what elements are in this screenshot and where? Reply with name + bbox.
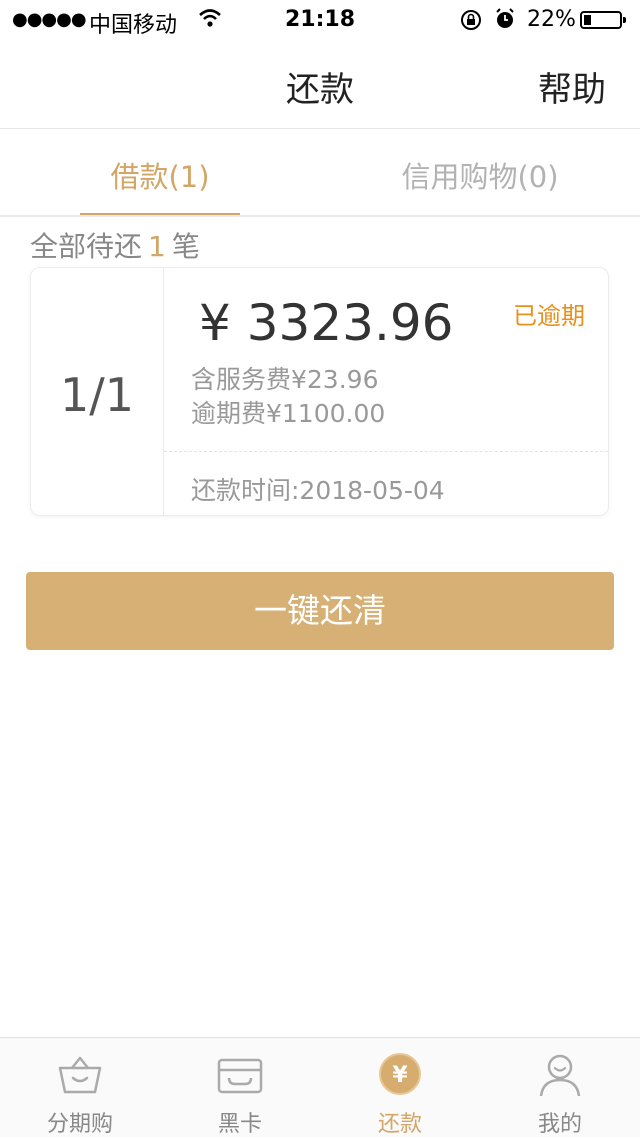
late-fee: 逾期费¥1100.00 (191, 399, 386, 428)
installment-index: 1/1 (59, 368, 135, 422)
summary-suffix: 笔 (171, 230, 200, 263)
bottom-tab-bar: 分期购 黑卡 ¥ 还款 我的 (0, 1037, 640, 1137)
summary-prefix: 全部待还 (30, 230, 143, 263)
user-icon (535, 1052, 585, 1098)
tabbar-item-mine[interactable]: 我的 (480, 1038, 640, 1137)
help-button[interactable]: 帮助 (538, 62, 606, 111)
basket-icon (55, 1052, 105, 1098)
yen-icon: ¥ (375, 1052, 425, 1098)
battery-icon (580, 11, 626, 29)
tabbar-label: 还款 (377, 1112, 422, 1137)
pay-all-button[interactable]: 一键还清 (26, 572, 614, 650)
status-bar: ●●●●● 中国移动 21:18 22% (0, 0, 640, 40)
tab-credit-shopping[interactable]: 信用购物(0) (380, 154, 580, 196)
card-icon (215, 1052, 265, 1098)
active-tab-indicator (80, 213, 240, 215)
amount-due: ¥ 3323.96 (199, 294, 454, 352)
tab-loans[interactable]: 借款(1) (80, 154, 240, 196)
nav-bar: 还款 帮助 (0, 40, 640, 129)
tabbar-label: 黑卡 (217, 1112, 262, 1137)
tabbar-label: 我的 (537, 1112, 582, 1137)
tabbar-item-black-card[interactable]: 黑卡 (160, 1038, 320, 1137)
installment-column: 1/1 (31, 268, 164, 515)
card-divider (164, 451, 608, 452)
alarm-icon (494, 7, 516, 37)
tabbar-label: 分期购 (46, 1112, 113, 1137)
loan-card[interactable]: 1/1 ¥ 3323.96 已逾期 含服务费¥23.96 逾期费¥1100.00… (30, 267, 609, 516)
pending-summary: 全部待还 1 笔 (30, 225, 200, 265)
tabbar-item-installment[interactable]: 分期购 (0, 1038, 160, 1137)
svg-text:¥: ¥ (392, 1063, 408, 1088)
loan-type-tabs: 借款(1) 信用购物(0) (0, 129, 640, 217)
overdue-badge: 已逾期 (513, 302, 585, 330)
pending-count: 1 (148, 230, 166, 263)
service-fee: 含服务费¥23.96 (191, 365, 379, 394)
battery-percent: 22% (527, 7, 576, 32)
rotation-lock-icon (460, 9, 482, 37)
repay-date: 还款时间:2018-05-04 (191, 476, 445, 505)
tabbar-item-repay[interactable]: ¥ 还款 (320, 1038, 480, 1137)
